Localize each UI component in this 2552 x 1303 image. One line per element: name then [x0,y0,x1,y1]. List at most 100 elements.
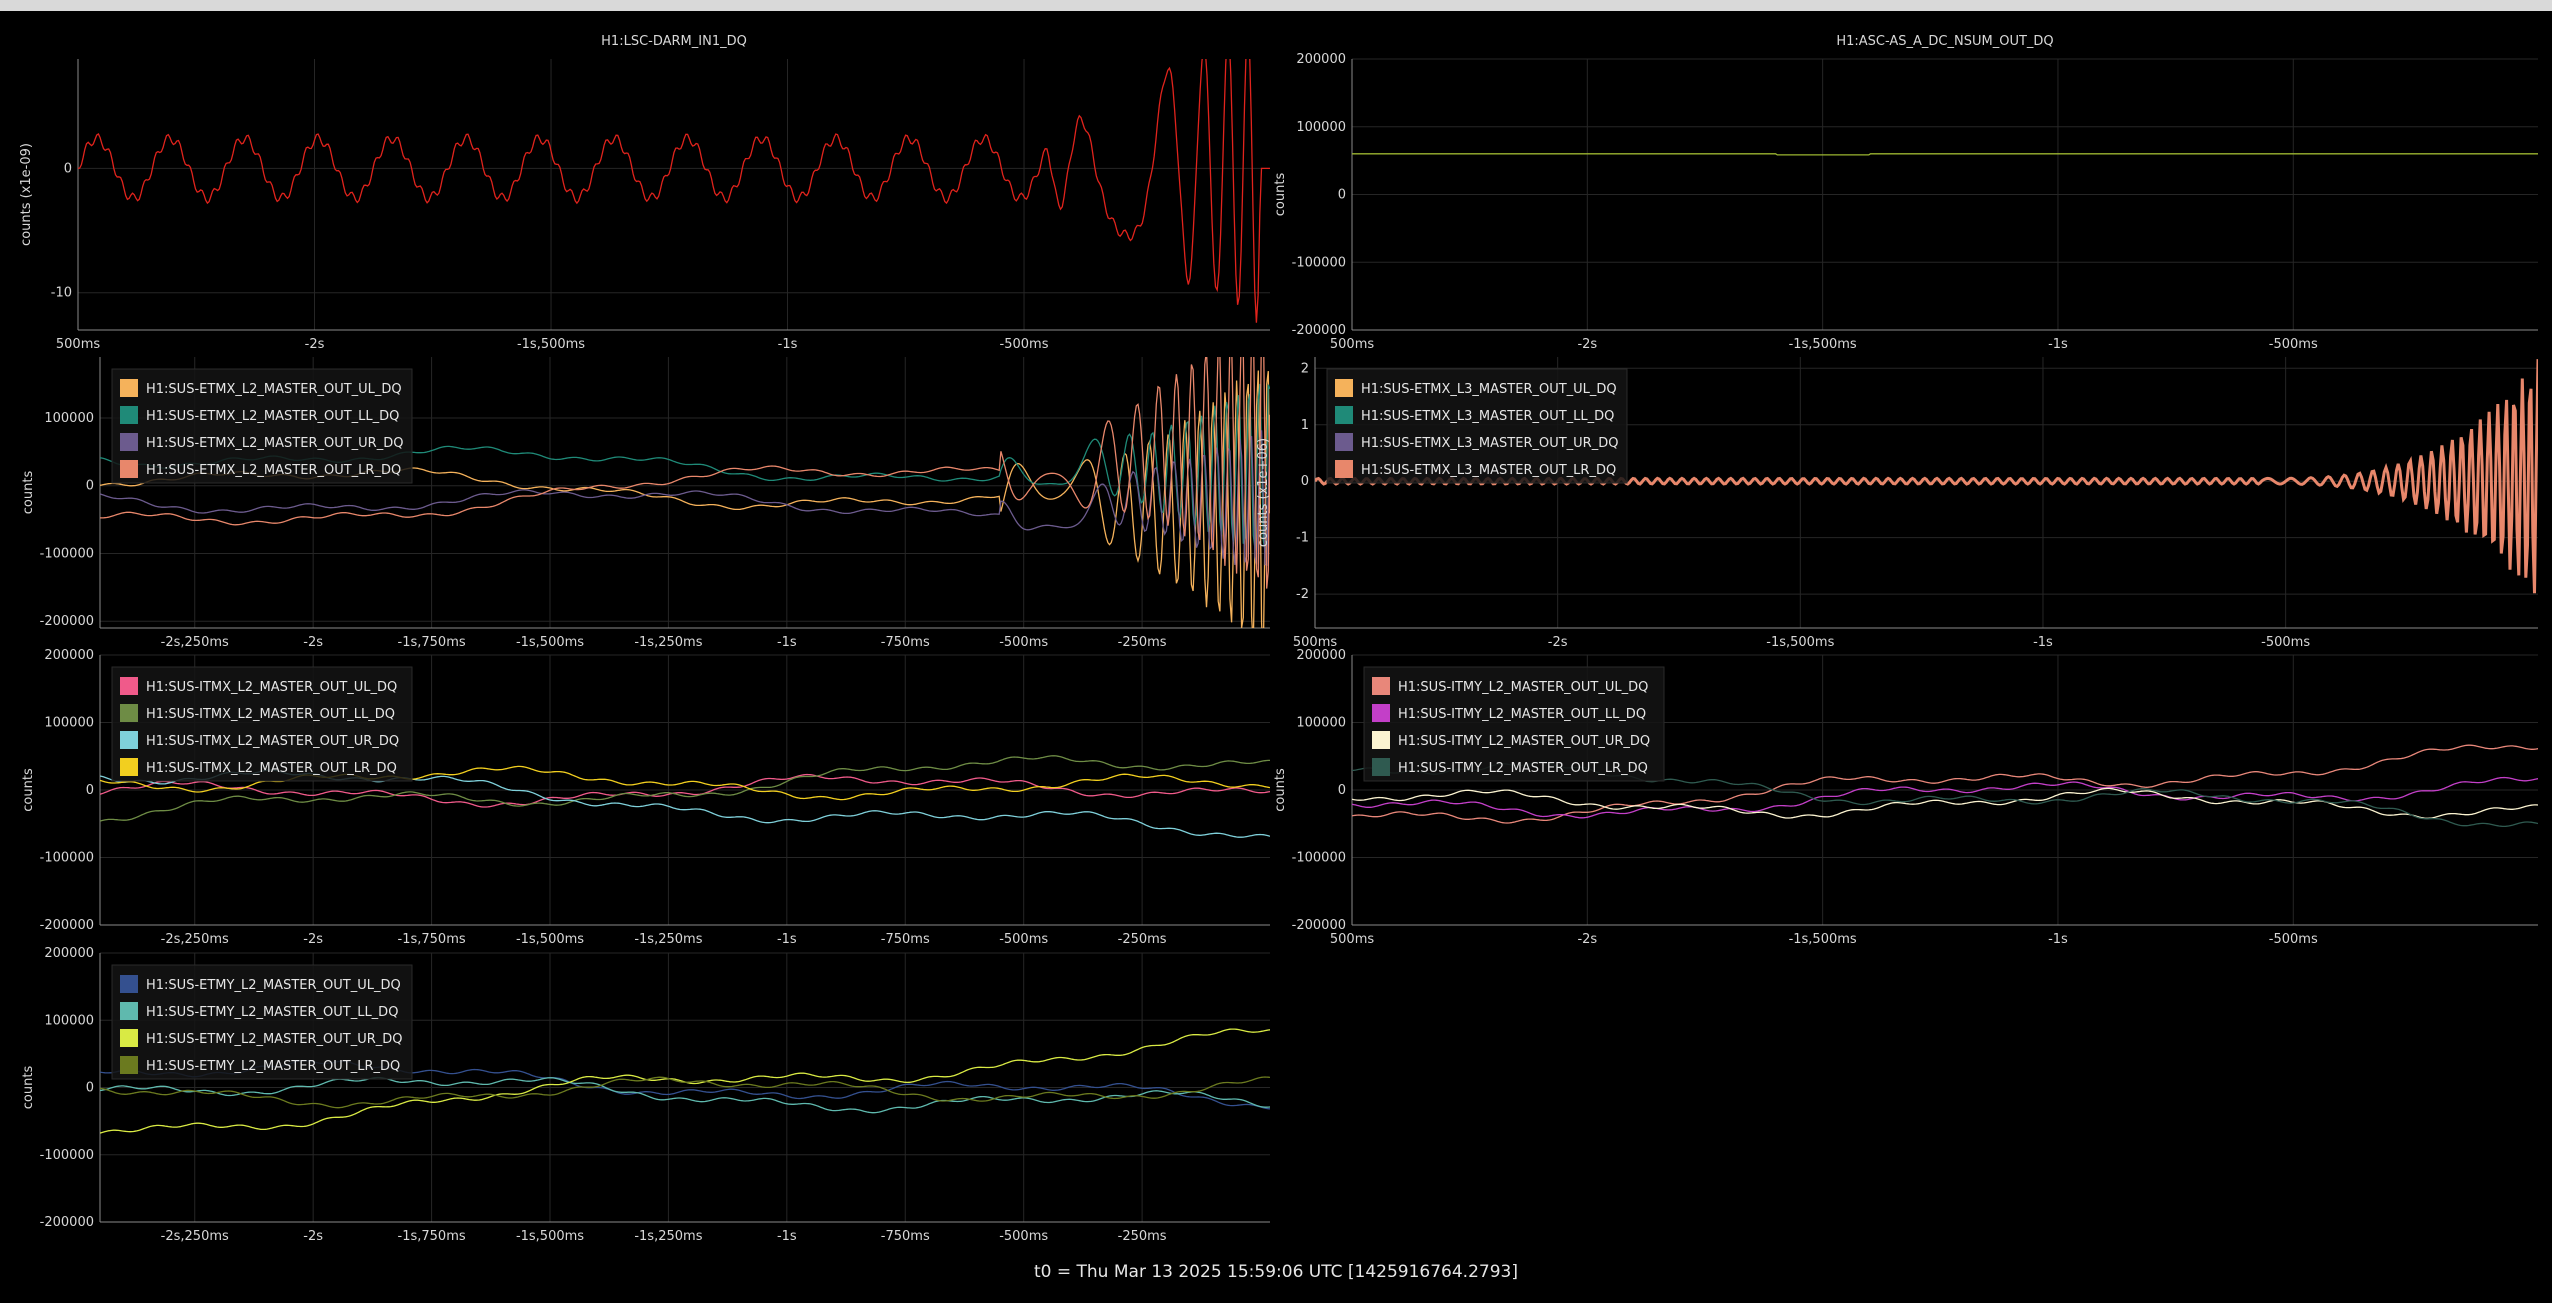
plot-frame: H1:LSC-DARM_IN1_DQ 500ms -2s -1s,500ms -1s -5… [0,11,2552,1303]
x-tick-label: -500ms [2261,635,2310,650]
x-tick-label: -750ms [881,635,930,650]
y-tick-label: -200000 [1292,323,1346,338]
y-tick-label: 1 [1301,418,1309,433]
x-tick-label: 500ms [1330,932,1374,947]
x-tick-label: -1s,750ms [398,635,466,650]
x-tick-label: -1s,500ms [1766,635,1834,650]
x-tick-label: -1s,250ms [634,1229,702,1244]
y-axis-label: counts [1273,173,1288,217]
legend-entry[interactable]: H1:SUS-ETMX_L3_MASTER_OUT_LL_DQ [1361,409,1614,424]
legend-swatch [120,731,138,749]
y-tick-label: 100000 [1296,120,1346,135]
y-axis-label: counts (x1e+06) [1256,438,1271,547]
y-tick-label: 0 [1338,783,1346,798]
legend-swatch [120,1056,138,1074]
legend-swatch [1372,758,1390,776]
y-tick-label: 0 [86,1081,94,1096]
plot-canvas: H1:LSC-DARM_IN1_DQ 500ms -2s -1s,500ms -1s -5… [19,34,2538,1244]
x-tick-label: -2s,250ms [161,932,229,947]
x-tick-label: -2s [1548,635,1568,650]
y-tick-label: -200000 [40,918,94,933]
legend-swatch [120,460,138,478]
x-tick-label: -1s,500ms [516,1229,584,1244]
legend-entry[interactable]: H1:SUS-ETMX_L3_MASTER_OUT_UL_DQ [1361,382,1617,397]
legend-swatch [120,379,138,397]
legend-swatch [120,975,138,993]
legend-swatch [120,677,138,695]
x-tick-label: -1s [2048,337,2068,352]
legend-swatch [1372,731,1390,749]
y-tick-label: -200000 [1292,918,1346,933]
x-tick-label: -1s,250ms [634,635,702,650]
legend-entry[interactable]: H1:SUS-ETMY_L2_MASTER_OUT_UL_DQ [146,978,401,993]
legend-swatch [120,1029,138,1047]
x-tick-label: -2s [1577,337,1597,352]
legend-swatch [1372,677,1390,695]
y-tick-label: 100000 [44,411,94,426]
x-tick-label: -2s [303,635,323,650]
x-tick-label: 500ms [1330,337,1374,352]
y-tick-label: -2 [1296,587,1309,602]
y-axis-label: counts (x1e-09) [19,143,34,246]
legend-swatch [1335,379,1353,397]
y-tick-label: 0 [1301,474,1309,489]
legend-entry[interactable]: H1:SUS-ETMX_L3_MASTER_OUT_UR_DQ [1361,436,1618,451]
x-tick-label: -1s,500ms [1789,932,1857,947]
x-tick-label: -1s [2033,635,2053,650]
x-tick-label: -2s [1577,932,1597,947]
legend-entry[interactable]: H1:SUS-ITMY_L2_MASTER_OUT_UR_DQ [1398,734,1650,749]
legend-entry[interactable]: H1:SUS-ITMY_L2_MASTER_OUT_LL_DQ [1398,707,1646,722]
legend-entry[interactable]: H1:SUS-ITMX_L2_MASTER_OUT_UL_DQ [146,680,397,695]
t0-footer: t0 = Thu Mar 13 2025 15:59:06 UTC [14259… [1033,1262,1518,1282]
plot-etmy_l2: -2s,250ms -2s -1s,750ms -1s,500ms -1s,250ms -… [21,946,1270,1244]
y-tick-label: 0 [86,479,94,494]
legend-swatch [1335,460,1353,478]
y-tick-label: -1 [1296,531,1309,546]
x-tick-label: -1s,750ms [398,1229,466,1244]
legend-entry[interactable]: H1:SUS-ETMX_L3_MASTER_OUT_LR_DQ [1361,463,1616,478]
legend-entry[interactable]: H1:SUS-ETMY_L2_MASTER_OUT_UR_DQ [146,1032,403,1047]
series-line [1352,153,2538,156]
x-tick-label: -500ms [999,1229,1048,1244]
y-tick-label: -100000 [40,1148,94,1163]
x-tick-label: -500ms [999,932,1048,947]
window-title-bar [0,0,2552,11]
y-tick-label: 100000 [44,716,94,731]
y-tick-label: -100000 [1292,851,1346,866]
legend-entry[interactable]: H1:SUS-ETMY_L2_MASTER_OUT_LL_DQ [146,1005,398,1020]
legend-swatch [1335,433,1353,451]
x-tick-label: 500ms [56,337,100,352]
y-tick-label: -100000 [40,851,94,866]
x-tick-label: -1s,250ms [634,932,702,947]
x-tick-label: -2s,250ms [161,1229,229,1244]
legend-entry[interactable]: H1:SUS-ITMX_L2_MASTER_OUT_LR_DQ [146,761,397,776]
legend-entry[interactable]: H1:SUS-ETMX_L2_MASTER_OUT_UR_DQ [146,436,403,451]
x-tick-label: -1s,500ms [516,932,584,947]
x-tick-label: -1s,500ms [1789,337,1857,352]
legend-entry[interactable]: H1:SUS-ITMY_L2_MASTER_OUT_UL_DQ [1398,680,1648,695]
legend-swatch [1372,704,1390,722]
y-axis-label: counts [1273,768,1288,812]
x-tick-label: -250ms [1118,932,1167,947]
legend-entry[interactable]: H1:SUS-ITMY_L2_MASTER_OUT_LR_DQ [1398,761,1648,776]
legend-entry[interactable]: H1:SUS-ITMX_L2_MASTER_OUT_UR_DQ [146,734,399,749]
x-tick-label: -750ms [881,932,930,947]
legend-entry[interactable]: H1:SUS-ETMX_L2_MASTER_OUT_LR_DQ [146,463,401,478]
legend-entry[interactable]: H1:SUS-ETMX_L2_MASTER_OUT_LL_DQ [146,409,399,424]
plot-darm: H1:LSC-DARM_IN1_DQ 500ms -2s -1s,500ms -1s -5… [19,34,1270,352]
y-tick-label: 200000 [1296,52,1346,67]
plot-etmx_l3: 500ms -2s -1s,500ms -1s -500ms210-1-2counts … [1256,357,2538,650]
legend-entry[interactable]: H1:SUS-ETMY_L2_MASTER_OUT_LR_DQ [146,1059,400,1074]
plot-itmy_l2: 500ms -2s -1s,500ms -1s -500ms 200000 100000 0 -… [1273,648,2538,947]
y-tick-label: 0 [86,783,94,798]
legend-entry[interactable]: H1:SUS-ITMX_L2_MASTER_OUT_LL_DQ [146,707,395,722]
x-tick-label: -500ms [2269,932,2318,947]
y-tick-label: 100000 [1296,716,1346,731]
x-tick-label: -750ms [881,1229,930,1244]
y-tick-label: 2 [1301,361,1309,376]
y-tick-label: -100000 [40,546,94,561]
legend-swatch [1335,406,1353,424]
x-tick-label: -1s [777,1229,797,1244]
series-line [1352,776,2538,819]
legend-entry[interactable]: H1:SUS-ETMX_L2_MASTER_OUT_UL_DQ [146,382,402,397]
